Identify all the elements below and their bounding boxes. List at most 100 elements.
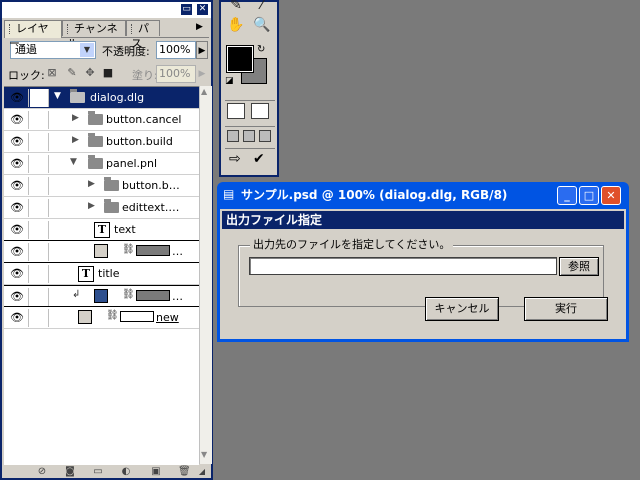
link-toggle[interactable] (30, 243, 49, 261)
fill-slider-arrow-icon[interactable]: ▶ (196, 65, 208, 83)
opacity-input[interactable]: 100% (156, 41, 196, 59)
scroll-down-icon[interactable]: ▼ (201, 450, 207, 459)
default-colors-icon[interactable]: ◪ (225, 76, 234, 86)
trash-icon[interactable]: 🗑 (178, 466, 191, 478)
screen-mode-full-menu-icon[interactable] (243, 130, 255, 142)
layer-style-icon[interactable]: ⊘ (36, 466, 48, 478)
fill-input[interactable]: 100% (156, 65, 196, 83)
collapse-triangle-icon[interactable]: ▶ (72, 135, 79, 145)
tab-paths[interactable]: パス (126, 20, 160, 50)
lock-move-icon[interactable]: ✥ (84, 67, 96, 79)
checkmark-icon[interactable]: ✔ (253, 151, 265, 167)
expand-triangle-icon[interactable]: ▼ (54, 91, 61, 101)
blend-mode-select[interactable]: 通過 ▼ (10, 41, 96, 59)
hand-tool-icon[interactable]: ✋ (227, 16, 245, 34)
collapse-triangle-icon[interactable]: ▶ (88, 179, 95, 189)
link-toggle[interactable] (30, 309, 49, 327)
layer-row[interactable]: 👁 T title (4, 263, 199, 285)
new-layer-icon[interactable]: ▣ (150, 466, 162, 478)
layer-name: text (114, 223, 136, 236)
chain-link-icon: ⛓ (122, 289, 135, 300)
close-button[interactable]: ✕ (601, 186, 621, 205)
foreground-color-swatch[interactable] (227, 46, 253, 72)
screen-mode-row (225, 126, 275, 145)
new-group-icon[interactable]: ▭ (92, 466, 104, 478)
layer-row[interactable]: 👁 T text (4, 219, 199, 241)
layer-row[interactable]: 👁 ⛓ new (4, 307, 199, 329)
browse-button[interactable]: 参照 (559, 257, 599, 276)
link-toggle[interactable] (30, 288, 49, 306)
layer-name: … (172, 290, 183, 303)
layer-row[interactable]: 👁 ▼ dialog.dlg (4, 87, 199, 109)
eye-icon[interactable]: 👁 (6, 177, 29, 195)
layer-row[interactable]: 👁 ▶ button.build (4, 131, 199, 153)
notes-tool-icon[interactable]: ✎ (227, 0, 245, 14)
screen-mode-standard-icon[interactable] (227, 130, 239, 142)
link-toggle[interactable] (30, 221, 49, 239)
tab-layers[interactable]: レイヤー (4, 20, 62, 50)
link-toggle[interactable] (30, 155, 49, 173)
lock-brush-icon[interactable]: ✎ (66, 67, 78, 79)
standard-mode-icon[interactable] (227, 103, 245, 119)
adjustment-layer-icon[interactable]: ◐ (120, 466, 132, 478)
layer-row[interactable]: 👁 ▶ button.cancel (4, 109, 199, 131)
tab-channels[interactable]: チャンネル (62, 20, 126, 50)
layers-scrollbar[interactable]: ▲ ▼ (199, 86, 212, 464)
lock-all-icon[interactable]: ■ (102, 67, 114, 79)
layer-row[interactable]: 👁 ▶ button.b… (4, 175, 199, 197)
jump-to-imageready-icon[interactable]: ⇨ (229, 151, 241, 167)
quick-mask-icon[interactable] (251, 103, 269, 119)
tools-palette: ✎ ⁄ ✋ 🔍 ↻ ◪ ⇨ ✔ (219, 0, 279, 177)
output-path-input[interactable] (249, 257, 557, 275)
layer-row[interactable]: 👁 ▶ edittext.… (4, 197, 199, 219)
layer-name: panel.pnl (106, 157, 158, 170)
close-icon[interactable]: ✕ (196, 3, 209, 16)
eye-icon[interactable]: 👁 (6, 221, 29, 239)
mode-row (225, 100, 275, 121)
screen-mode-full-icon[interactable] (259, 130, 271, 142)
lock-transparency-icon[interactable]: ⊠ (46, 67, 58, 79)
eye-icon[interactable]: 👁 (6, 265, 29, 283)
layer-name: edittext.… (122, 201, 180, 214)
swap-colors-icon[interactable]: ↻ (257, 44, 265, 55)
eye-icon[interactable]: 👁 (6, 111, 29, 129)
palette-titlebar[interactable]: ▭ ✕ (2, 2, 211, 18)
opacity-slider-arrow-icon[interactable]: ▶ (196, 41, 208, 59)
document-icon: ▤ (223, 187, 235, 201)
collapse-triangle-icon[interactable]: ▶ (88, 201, 95, 211)
expand-triangle-icon[interactable]: ▼ (70, 157, 77, 167)
eye-icon[interactable]: 👁 (6, 155, 29, 173)
eye-icon[interactable]: 👁 (6, 89, 29, 107)
layer-row[interactable]: 👁 ▼ panel.pnl (4, 153, 199, 175)
resize-grip-icon[interactable]: ◢ (196, 466, 208, 478)
eye-icon[interactable]: 👁 (6, 288, 29, 306)
add-mask-icon[interactable]: ◙ (64, 466, 76, 478)
zoom-tool-icon[interactable]: 🔍 (253, 16, 271, 34)
layer-name: button.cancel (106, 113, 182, 126)
layer-row[interactable]: 👁 ⛓ … (4, 241, 199, 263)
layer-thumbnail (94, 289, 108, 303)
vector-mask-thumbnail (136, 245, 170, 256)
cancel-button[interactable]: キャンセル (425, 297, 499, 321)
maximize-button[interactable]: □ (579, 186, 599, 205)
opacity-label: 不透明度: (102, 45, 150, 58)
layer-row[interactable]: 👁 ↲ ⛓ … (4, 285, 199, 307)
link-toggle[interactable] (30, 89, 49, 107)
collapse-triangle-icon[interactable]: ▶ (72, 113, 79, 123)
minimize-button[interactable]: _ (557, 186, 577, 205)
eye-icon[interactable]: 👁 (6, 199, 29, 217)
run-button[interactable]: 実行 (524, 297, 608, 321)
scroll-up-icon[interactable]: ▲ (201, 87, 207, 96)
eye-icon[interactable]: 👁 (6, 133, 29, 151)
eye-icon[interactable]: 👁 (6, 309, 29, 327)
link-toggle[interactable] (30, 265, 49, 283)
eye-icon[interactable]: 👁 (6, 243, 29, 261)
eyedropper-tool-icon[interactable]: ⁄ (253, 0, 271, 14)
link-toggle[interactable] (30, 133, 49, 151)
link-toggle[interactable] (30, 199, 49, 217)
link-toggle[interactable] (30, 111, 49, 129)
minimize-icon[interactable]: ▭ (180, 3, 193, 16)
palette-menu-icon[interactable]: ▶ (196, 22, 203, 32)
link-toggle[interactable] (30, 177, 49, 195)
palette-bottom-toolbar: ⊘ ◙ ▭ ◐ ▣ 🗑 ◢ (4, 464, 209, 480)
